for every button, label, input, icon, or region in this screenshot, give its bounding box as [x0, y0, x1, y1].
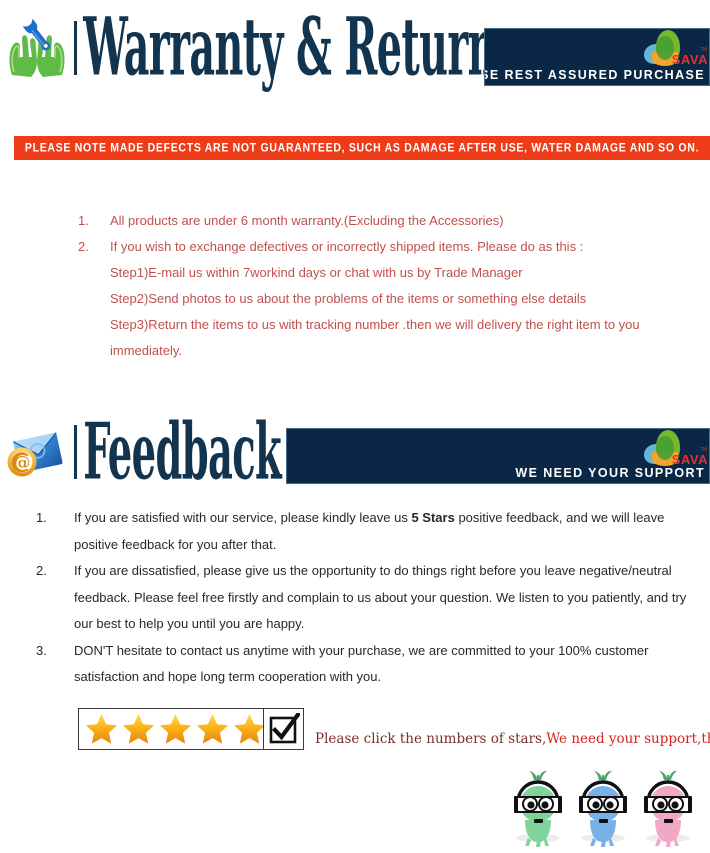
warranty-terms-list: 1. All products are under 6 month warran… [78, 208, 698, 364]
mascot-pink [638, 768, 698, 848]
sava-logo: SAVA TM [626, 429, 708, 470]
sava-logo-tm: TM [699, 47, 707, 53]
list-item-text: our best to help you until you are happy… [74, 616, 305, 631]
warning-strip: PLEASE NOTE MADE DEFECTS ARE NOT GUARANT… [14, 136, 710, 160]
list-item-continuation: our best to help you until you are happy… [36, 611, 708, 638]
list-item-number: 1. [78, 213, 89, 228]
star-icon-3[interactable] [157, 711, 194, 747]
text-emphasis: 5 Stars [411, 510, 455, 525]
text-pre: If you are satisfied with our service, p… [74, 510, 412, 525]
rating-caption: Please click the numbers of stars,We nee… [315, 731, 710, 747]
list-item: 2. If you are dissatisfied, please give … [36, 558, 708, 585]
list-item: 1. All products are under 6 month warran… [78, 208, 698, 234]
list-item-text: satisfaction and hope long term cooperat… [74, 669, 382, 684]
list-item-text: DON'T hesitate to contact us anytime wit… [74, 642, 649, 658]
mascot-green [508, 768, 568, 848]
hands-holding-wrench-icon [6, 17, 68, 79]
rating-checkbox-cell[interactable] [263, 709, 303, 749]
checkbox-checked-icon[interactable] [268, 713, 300, 745]
list-item: 1. If you are satisfied with our service… [36, 505, 708, 532]
warning-strip-text: PLEASE NOTE MADE DEFECTS ARE NOT GUARANT… [24, 141, 700, 155]
warranty-banner: SAVA TM PLEASE REST ASSURED PURCHASE [484, 28, 710, 86]
list-item-text: All products are under 6 month warranty.… [110, 213, 504, 228]
list-item-text: feedback. Please feel free firstly and c… [74, 589, 687, 605]
star-icon-2[interactable] [120, 711, 157, 747]
list-item-continuation: satisfaction and hope long term cooperat… [36, 664, 708, 691]
email-at-envelope-icon: @ [6, 421, 68, 483]
mascot-group [508, 768, 703, 848]
page-title: Warranty & Return [83, 0, 496, 95]
sava-logo-wordmark: SAVA [671, 52, 708, 67]
list-item: 3. DON'T hesitate to contact us anytime … [36, 638, 708, 665]
sava-logo-tm: TM [699, 447, 707, 453]
list-item-subline: Step3)Return the items to us with tracki… [110, 317, 640, 332]
list-item-number: 2. [78, 239, 89, 254]
star-icon-1[interactable] [83, 711, 120, 747]
list-item-number: 2. [36, 563, 47, 578]
list-item: 2. If you wish to exchange defectives or… [78, 234, 698, 260]
feedback-banner: SAVA TM WE NEED YOUR SUPPORT [286, 428, 710, 484]
star-icon-4[interactable] [194, 711, 231, 747]
list-item-continuation: positive feedback for you after that. [36, 532, 708, 559]
list-item-text: If you are satisfied with our service, p… [74, 505, 708, 532]
list-item-subline: Step1)E-mail us within 7workind days or … [110, 265, 523, 280]
feedback-terms-list: 1. If you are satisfied with our service… [36, 505, 708, 691]
list-item-subline: Step2)Send photos to us about the proble… [110, 291, 587, 306]
list-item-text: If you wish to exchange defectives or in… [110, 239, 584, 254]
rating-caption-highlight: We need your support,thank you! [546, 731, 710, 747]
rating-caption-primary: Please click the numbers of stars, [315, 731, 547, 747]
star-rating-widget[interactable] [78, 708, 304, 750]
feedback-banner-text: WE NEED YOUR SUPPORT [515, 466, 705, 480]
list-item-text: positive feedback for you after that. [74, 536, 277, 552]
list-item-number: 1. [36, 510, 47, 525]
warranty-banner-text: PLEASE REST ASSURED PURCHASE [485, 68, 705, 82]
mascot-blue [573, 768, 633, 848]
feedback-title: Feedback [83, 405, 282, 497]
sava-logo: SAVA TM [626, 29, 708, 70]
list-item-text: If you are dissatisfied, please give us … [74, 563, 672, 578]
list-item-number: 3. [36, 642, 47, 658]
stars-group[interactable] [79, 711, 268, 747]
text-post: positive feedback, and we will leave [454, 510, 665, 525]
list-item-subline: immediately. [110, 343, 183, 358]
sava-logo-wordmark: SAVA [671, 452, 708, 467]
list-item-continuation: feedback. Please feel free firstly and c… [36, 585, 708, 612]
svg-text:@: @ [14, 453, 31, 473]
